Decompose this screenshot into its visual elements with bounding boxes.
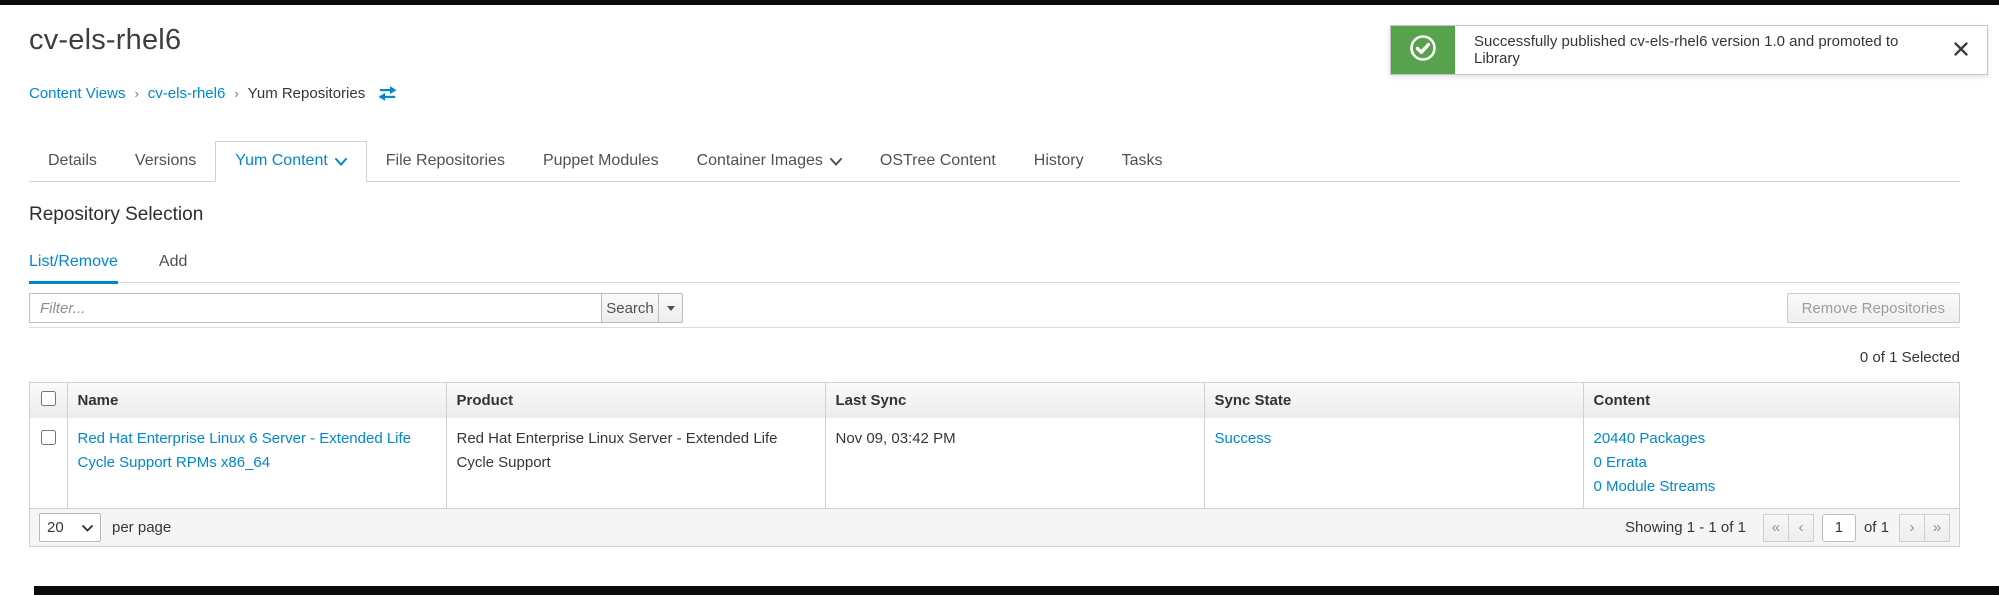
page-number-input[interactable] [1822,514,1856,542]
product-cell: Red Hat Enterprise Linux Server - Extend… [457,430,778,471]
filter-input[interactable] [29,293,602,323]
tab-file-repositories[interactable]: File Repositories [367,142,524,181]
success-notification: Successfully published cv-els-rhel6 vers… [1390,25,1988,75]
table-header-row: Name Product Last Sync Sync State Conten… [30,383,1959,418]
breadcrumb-content-views[interactable]: Content Views [29,85,125,102]
toolbar: Search Remove Repositories [29,293,1960,323]
tab-versions[interactable]: Versions [116,142,215,181]
last-page-button[interactable]: » [1924,514,1950,542]
notification-message: Successfully published cv-els-rhel6 vers… [1455,26,1935,74]
pagination-summary: Showing 1 - 1 of 1 [1625,519,1746,536]
check-circle-icon [1408,33,1438,68]
selection-summary: 0 of 1 Selected [1860,349,1960,366]
pagination: Showing 1 - 1 of 1 « ‹ of 1 › » [1625,514,1950,542]
chevron-down-icon [335,158,347,166]
column-header-sync-state: Sync State [1204,383,1583,418]
errata-link[interactable]: 0 Errata [1594,451,1950,475]
close-icon [1953,41,1969,60]
page-count-label: of 1 [1864,519,1889,536]
per-page-select[interactable]: 20 [39,513,101,542]
column-header-product: Product [446,383,825,418]
tab-ostree-content[interactable]: OSTree Content [861,142,1015,181]
sync-state-link[interactable]: Success [1215,427,1573,451]
top-edge-bar [0,0,1999,5]
sub-tabs: List/Remove Add [29,248,1960,283]
breadcrumb-current: Yum Repositories [248,85,366,102]
prev-page-button[interactable]: ‹ [1788,514,1814,542]
packages-link[interactable]: 20440 Packages [1594,427,1950,451]
tab-puppet-modules[interactable]: Puppet Modules [524,142,678,181]
table-row: Red Hat Enterprise Linux 6 Server - Exte… [30,418,1959,508]
main-tabs: Details Versions Yum Content File Reposi… [29,139,1960,182]
success-icon-box [1391,26,1455,74]
exchange-icon[interactable] [378,86,397,101]
column-header-content: Content [1583,383,1959,418]
filter-group: Search [29,293,683,323]
per-page-label: per page [112,519,171,536]
last-sync-cell: Nov 09, 03:42 PM [836,430,956,447]
remove-repositories-button[interactable]: Remove Repositories [1787,293,1960,323]
next-page-button[interactable]: › [1899,514,1925,542]
per-page-value: 20 [47,519,64,536]
tab-container-images[interactable]: Container Images [678,142,861,181]
chevron-down-icon [830,158,842,166]
breadcrumb-content-view[interactable]: cv-els-rhel6 [148,85,226,102]
section-heading: Repository Selection [29,204,203,226]
breadcrumb-separator: › [234,86,238,101]
tab-tasks[interactable]: Tasks [1103,142,1182,181]
chevron-down-icon [82,519,93,536]
tab-details[interactable]: Details [29,142,116,181]
search-options-button[interactable] [658,293,683,323]
page-title: cv-els-rhel6 [29,24,181,57]
select-all-checkbox[interactable] [41,391,56,406]
tab-history[interactable]: History [1015,142,1103,181]
breadcrumb: Content Views › cv-els-rhel6 › Yum Repos… [29,85,397,102]
row-checkbox[interactable] [41,430,56,445]
module-streams-link[interactable]: 0 Module Streams [1594,475,1950,499]
column-header-last-sync: Last Sync [825,383,1204,418]
notification-close-button[interactable] [1935,26,1987,74]
bottom-edge-bar [34,586,1999,595]
column-header-name: Name [67,383,446,418]
subtab-list-remove[interactable]: List/Remove [29,248,118,284]
table-footer: 20 per page Showing 1 - 1 of 1 « ‹ of 1 [30,508,1959,546]
first-page-button[interactable]: « [1763,514,1789,542]
caret-down-icon [667,306,675,311]
toolbar-divider [29,327,1960,328]
repository-name-link[interactable]: Red Hat Enterprise Linux 6 Server - Exte… [78,427,436,475]
tab-yum-content[interactable]: Yum Content [215,141,367,182]
subtab-add[interactable]: Add [159,248,187,284]
app-window: Successfully published cv-els-rhel6 vers… [0,0,1999,595]
breadcrumb-separator: › [134,86,138,101]
search-button[interactable]: Search [601,293,659,323]
repositories-table: Name Product Last Sync Sync State Conten… [29,382,1960,547]
